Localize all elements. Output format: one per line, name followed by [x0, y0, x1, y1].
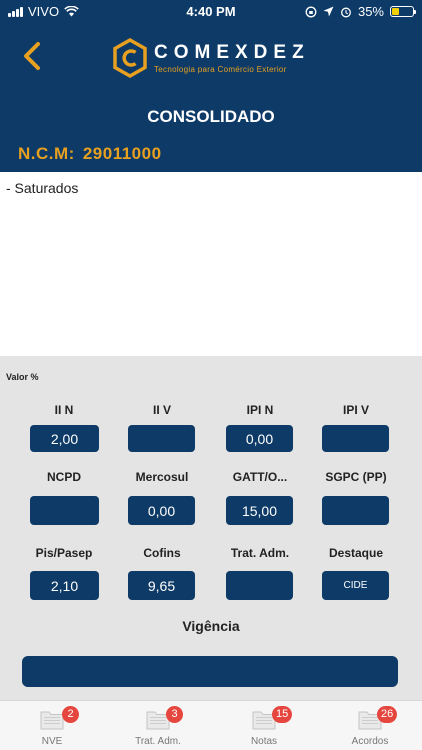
- field-gatt[interactable]: 15,00: [226, 496, 293, 525]
- tab-label-nve: NVE: [41, 736, 63, 747]
- battery-icon: [390, 6, 416, 17]
- vigencia-label: Vigência: [182, 618, 240, 634]
- label-destaque: Destaque: [328, 546, 384, 560]
- status-right: 35%: [305, 4, 416, 19]
- label-ncpd: NCPD: [46, 470, 81, 484]
- destaque-cide-button[interactable]: CIDE: [322, 571, 389, 600]
- brand-logo: COMEXDEZ Tecnologia para Comércio Exteri…: [112, 38, 310, 78]
- back-button[interactable]: [18, 40, 48, 72]
- battery-percent: 35%: [357, 4, 384, 19]
- label-ii-v: II V: [152, 403, 171, 417]
- label-cofins: Cofins: [143, 546, 181, 560]
- badge-acordos: 26: [377, 706, 398, 723]
- field-ipi-v[interactable]: [322, 425, 389, 452]
- label-ipi-v: IPI V: [342, 403, 369, 417]
- brand-name: COMEXDEZ: [154, 42, 310, 63]
- brand-tagline: Tecnologia para Comércio Exterior: [154, 65, 287, 74]
- field-trat-adm[interactable]: [226, 571, 293, 600]
- folder-icon: [40, 711, 64, 730]
- field-cofins[interactable]: 9,65: [128, 571, 195, 600]
- badge-trat-adm: 3: [166, 706, 183, 723]
- tab-acordos[interactable]: 26 Acordos: [320, 701, 420, 750]
- field-mercosul[interactable]: 0,00: [128, 496, 195, 525]
- badge-notas: 15: [272, 706, 293, 723]
- status-bar: VIVO 4:40 PM 35%: [0, 0, 422, 24]
- valor-label: Valor %: [6, 372, 39, 382]
- tab-label-acordos: Acordos: [351, 736, 389, 747]
- tab-label-trat-adm: Trat. Adm.: [135, 736, 181, 747]
- ncm-label: N.C.M:: [18, 144, 75, 163]
- vigencia-field[interactable]: [22, 656, 398, 687]
- label-ipi-n: IPI N: [246, 403, 274, 417]
- label-mercosul: Mercosul: [135, 470, 189, 484]
- tab-nve[interactable]: 2 NVE: [2, 701, 102, 750]
- badge-nve: 2: [62, 706, 79, 723]
- field-ii-v[interactable]: [128, 425, 195, 452]
- rotation-lock-icon: [305, 6, 317, 17]
- field-ncpd[interactable]: [30, 496, 99, 525]
- label-pis-pasep: Pis/Pasep: [35, 546, 93, 560]
- tab-trat-adm[interactable]: 3 Trat. Adm.: [108, 701, 208, 750]
- alarm-icon: [341, 7, 351, 17]
- tab-notas[interactable]: 15 Notas: [214, 701, 314, 750]
- location-arrow-icon: [323, 6, 334, 17]
- ncm-heading: N.C.M: 29011000: [18, 144, 162, 164]
- label-trat-adm: Trat. Adm.: [230, 546, 290, 560]
- logo-hexagon-icon: [113, 38, 147, 78]
- field-ii-n[interactable]: 2,00: [30, 425, 99, 452]
- field-pis-pasep[interactable]: 2,10: [30, 571, 99, 600]
- field-ipi-n[interactable]: 0,00: [226, 425, 293, 452]
- tab-label-notas: Notas: [250, 736, 278, 747]
- values-panel: Valor % II N II V IPI N IPI V 2,00 0,00 …: [0, 356, 422, 700]
- field-sgpc[interactable]: [322, 496, 389, 525]
- label-gatt: GATT/O...: [232, 470, 288, 484]
- ncm-description: - Saturados: [6, 180, 79, 196]
- label-ii-n: II N: [54, 403, 74, 417]
- tab-bar: 2 NVE 3 Trat. Adm. 15 Notas 26 Acordos: [0, 700, 422, 750]
- header: COMEXDEZ Tecnologia para Comércio Exteri…: [0, 24, 422, 172]
- page-title: CONSOLIDADO: [147, 107, 275, 126]
- label-sgpc: SGPC (PP): [325, 470, 387, 484]
- ncm-value: 29011000: [82, 144, 162, 163]
